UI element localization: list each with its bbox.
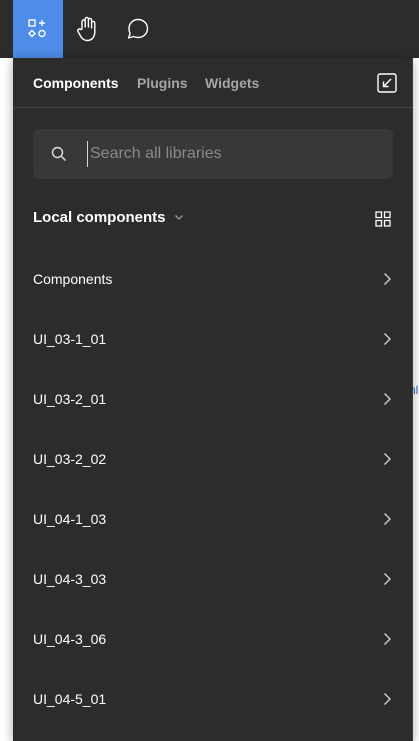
tab-widgets[interactable]: Widgets — [205, 74, 259, 92]
comment-tool-button[interactable] — [113, 0, 163, 58]
section-title: Local components — [33, 208, 166, 226]
list-item-label: UI_03-2_01 — [33, 391, 107, 407]
tab-components[interactable]: Components — [33, 74, 119, 92]
grid-view-icon[interactable] — [375, 211, 391, 227]
search-icon — [51, 146, 66, 161]
chevron-right-icon — [384, 333, 391, 345]
list-item-label: UI_03-1_01 — [33, 331, 107, 347]
list-item[interactable]: UI_04-1_03 — [13, 489, 413, 549]
list-item[interactable]: UI_04-3_03 — [13, 549, 413, 609]
chevron-right-icon — [384, 633, 391, 645]
chevron-right-icon — [384, 273, 391, 285]
chevron-right-icon — [384, 513, 391, 525]
list-item[interactable]: Components — [13, 249, 413, 309]
chevron-right-icon — [384, 693, 391, 705]
panel-tabs: Components Plugins Widgets — [13, 58, 413, 108]
list-item-label: UI_03-2_02 — [33, 451, 107, 467]
list-item[interactable]: UI_03-1_01 — [13, 309, 413, 369]
hand-icon — [77, 16, 96, 42]
components-icon — [28, 19, 46, 38]
chevron-down-icon — [174, 215, 183, 220]
chevron-right-icon — [384, 573, 391, 585]
list-item[interactable]: UI_04-3_06 — [13, 609, 413, 669]
list-item-label: UI_04-3_03 — [33, 571, 107, 587]
comment-icon — [127, 18, 149, 39]
search-input[interactable] — [87, 141, 380, 167]
chevron-right-icon — [384, 453, 391, 465]
list-item-label: Components — [33, 271, 113, 287]
list-item[interactable]: UI_04-5_01 — [13, 669, 413, 729]
list-item[interactable]: UI_03-2_01 — [13, 369, 413, 429]
list-item-label: UI_04-3_06 — [33, 631, 107, 647]
collapse-panel-icon[interactable] — [377, 73, 397, 93]
local-components-dropdown[interactable]: Local components — [33, 207, 184, 227]
list-item-label: UI_04-1_03 — [33, 511, 107, 527]
chevron-right-icon — [384, 393, 391, 405]
list-item-label: UI_04-5_01 — [33, 691, 107, 707]
tab-plugins[interactable]: Plugins — [137, 74, 188, 92]
list-item[interactable]: UI_03-2_02 — [13, 429, 413, 489]
assets-panel: Components Plugins Widgets Local compone… — [13, 58, 413, 741]
component-list: Components UI_03-1_01 UI_03-2_01 UI_03-2… — [13, 249, 413, 729]
toolbar — [0, 0, 419, 58]
search-box — [33, 129, 393, 179]
components-tool-button[interactable] — [13, 0, 63, 58]
hand-tool-button[interactable] — [63, 0, 113, 58]
